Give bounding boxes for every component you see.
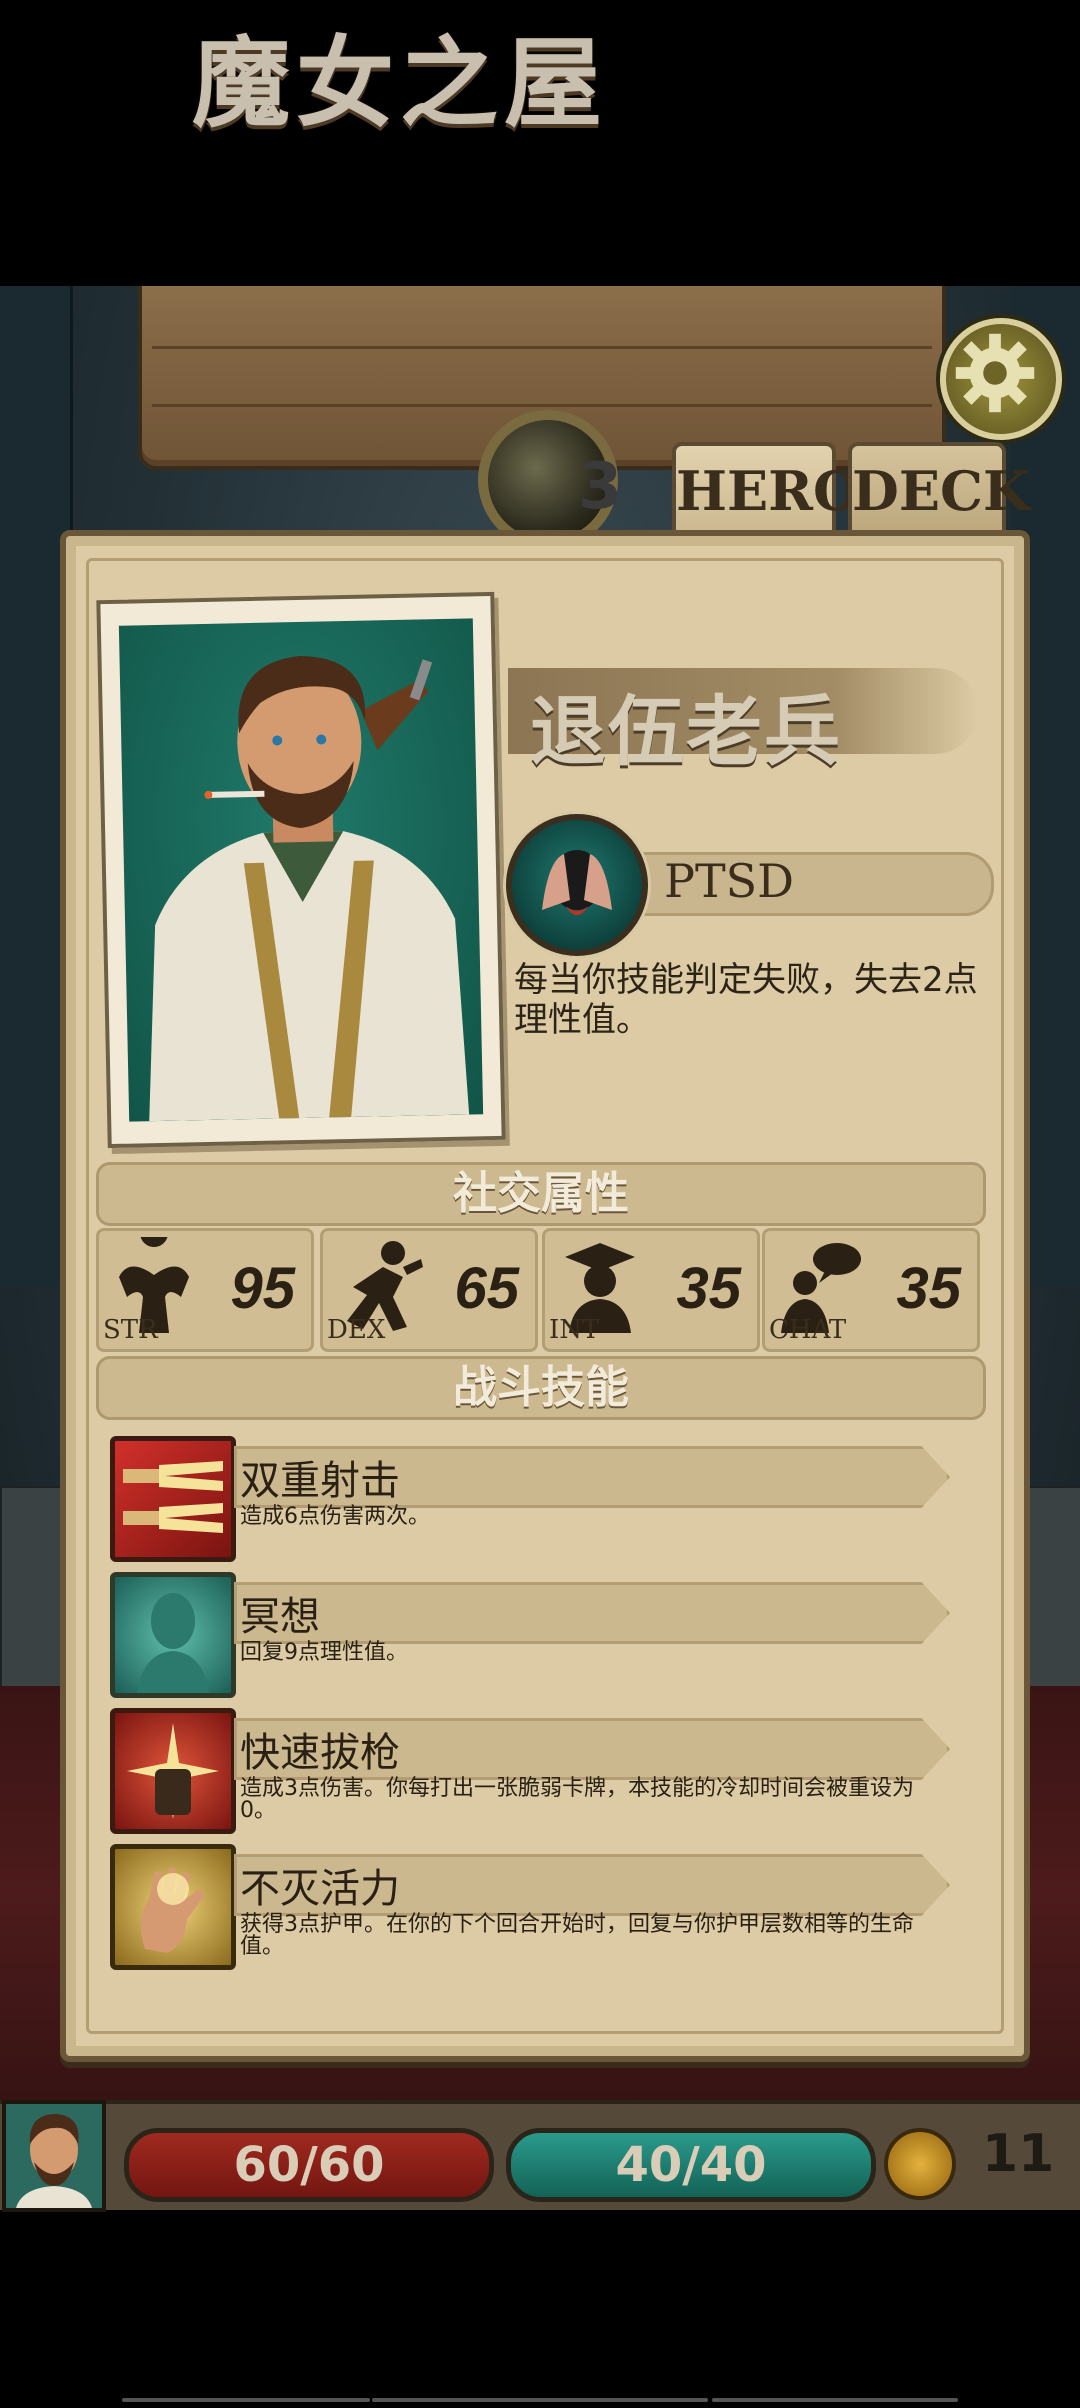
- coin-icon: [884, 2128, 956, 2200]
- trait-name-bar: [600, 852, 994, 916]
- stat-chat-label: CHAT: [769, 1315, 847, 1345]
- social-attributes-header: 社交属性: [96, 1162, 986, 1226]
- stat-dex-label: DEX: [327, 1315, 386, 1345]
- settings-button[interactable]: [940, 318, 1062, 440]
- coin-count: 11: [982, 2124, 1055, 2184]
- combat-skills-header: 战斗技能: [96, 1356, 986, 1420]
- trait-description: 每当你技能判定失败，失去2点理性值。: [514, 960, 978, 1040]
- skill-description: 造成3点伤害。你每打出一张脆弱卡牌，本技能的冷却时间会被重设为0。: [240, 1776, 914, 1823]
- skill-description: 获得3点护甲。在你的下个回合开始时，回复与你护甲层数相等的生命值。: [240, 1912, 914, 1959]
- gear-icon: [955, 333, 1035, 413]
- stat-int: 35 INT: [542, 1228, 760, 1352]
- veteran-illustration: [149, 655, 470, 1122]
- meditation-icon: [110, 1572, 236, 1698]
- skill-vitality[interactable]: 不灭活力 获得3点护甲。在你的下个回合开始时，回复与你护甲层数相等的生命值。: [110, 1844, 970, 1970]
- stat-int-label: INT: [549, 1315, 600, 1345]
- skill-description: 回复9点理性值。: [240, 1640, 408, 1665]
- nav-hint-bar: [122, 2398, 370, 2402]
- nav-hint-bar: [712, 2398, 958, 2402]
- stat-str-value: 95: [230, 1256, 295, 1321]
- level-number: 3: [577, 450, 623, 524]
- tab-deck[interactable]: DECK: [848, 442, 1030, 536]
- skill-quick-draw[interactable]: 快速拔枪 造成3点伤害。你每打出一张脆弱卡牌，本技能的冷却时间会被重设为0。: [110, 1708, 970, 1834]
- vitality-icon: [110, 1844, 236, 1970]
- skill-double-shot[interactable]: 双重射击 造成6点伤害两次。: [110, 1436, 970, 1562]
- head-in-hands-icon[interactable]: [506, 814, 648, 956]
- stat-str-label: STR: [103, 1315, 158, 1345]
- skill-meditation[interactable]: 冥想 回复9点理性值。: [110, 1572, 970, 1698]
- skill-name: 冥想: [240, 1594, 320, 1640]
- hero-portrait-frame: [96, 591, 506, 1149]
- skill-description: 造成6点伤害两次。: [240, 1504, 430, 1529]
- health-bar: 60/60: [124, 2128, 494, 2202]
- trait-name: PTSD: [664, 854, 795, 908]
- hero-portrait: [118, 618, 484, 1122]
- avatar[interactable]: [2, 2100, 106, 2212]
- stat-int-value: 35: [676, 1256, 741, 1321]
- stat-chat: 35 CHAT: [762, 1228, 980, 1352]
- tab-hero[interactable]: HERO: [672, 442, 860, 536]
- sanity-bar: 40/40: [506, 2128, 876, 2202]
- skill-name: 不灭活力: [240, 1866, 400, 1912]
- skill-name: 双重射击: [240, 1458, 400, 1504]
- skill-name: 快速拔枪: [240, 1730, 400, 1776]
- nav-hint-bar: [372, 2398, 708, 2402]
- double-shot-icon: [110, 1436, 236, 1562]
- quick-draw-icon: [110, 1708, 236, 1834]
- stat-dex-value: 65: [454, 1256, 519, 1321]
- stat-dex: 65 DEX: [320, 1228, 538, 1352]
- skill-name-banner: [234, 1582, 950, 1644]
- stat-str: 95 STR: [96, 1228, 314, 1352]
- location-title: 魔女之屋: [191, 27, 608, 141]
- class-name: 退伍老兵: [530, 687, 842, 776]
- stat-chat-value: 35: [896, 1256, 961, 1321]
